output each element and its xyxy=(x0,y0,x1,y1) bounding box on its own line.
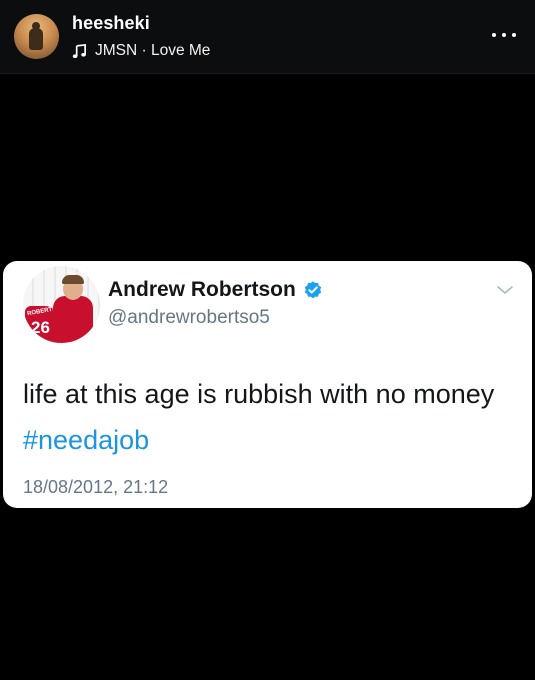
avatar-player-jersey xyxy=(53,296,93,343)
avatar-player-hair xyxy=(62,275,84,284)
song-label: JMSN · Love Me xyxy=(95,42,211,59)
more-options-button[interactable] xyxy=(491,25,517,45)
music-attribution[interactable]: JMSN · Love Me xyxy=(72,41,210,61)
tweet-handle: @andrewrobertso5 xyxy=(108,307,270,328)
chevron-down-icon[interactable] xyxy=(496,283,514,297)
tweet-timestamp: 18/08/2012, 21:12 xyxy=(23,477,169,497)
tweet-display-name: Andrew Robertson xyxy=(108,278,323,302)
tweet-text-body: life at this age is rubbish with no mone… xyxy=(23,379,495,409)
display-name-text: Andrew Robertson xyxy=(108,278,296,301)
tweet-card: ROBERTSON 26 Andrew Robertson @andrewrob… xyxy=(3,261,532,508)
post-header: heesheki JMSN · Love Me xyxy=(0,0,535,74)
user-avatar[interactable] xyxy=(14,14,59,59)
avatar-shirt-number: 26 xyxy=(31,318,50,337)
more-horizontal-icon xyxy=(512,33,516,37)
tweet-hashtag-link[interactable]: #needajob xyxy=(23,425,149,455)
more-horizontal-icon xyxy=(492,33,496,37)
tweet-author-avatar: ROBERTSON 26 xyxy=(23,266,100,343)
username[interactable]: heesheki xyxy=(72,13,150,34)
verified-badge-icon xyxy=(304,281,322,299)
more-horizontal-icon xyxy=(502,33,506,37)
tweet-text: life at this age is rubbish with no mone… xyxy=(23,371,513,463)
avatar-figure-body xyxy=(29,28,43,50)
music-note-icon xyxy=(72,43,86,58)
